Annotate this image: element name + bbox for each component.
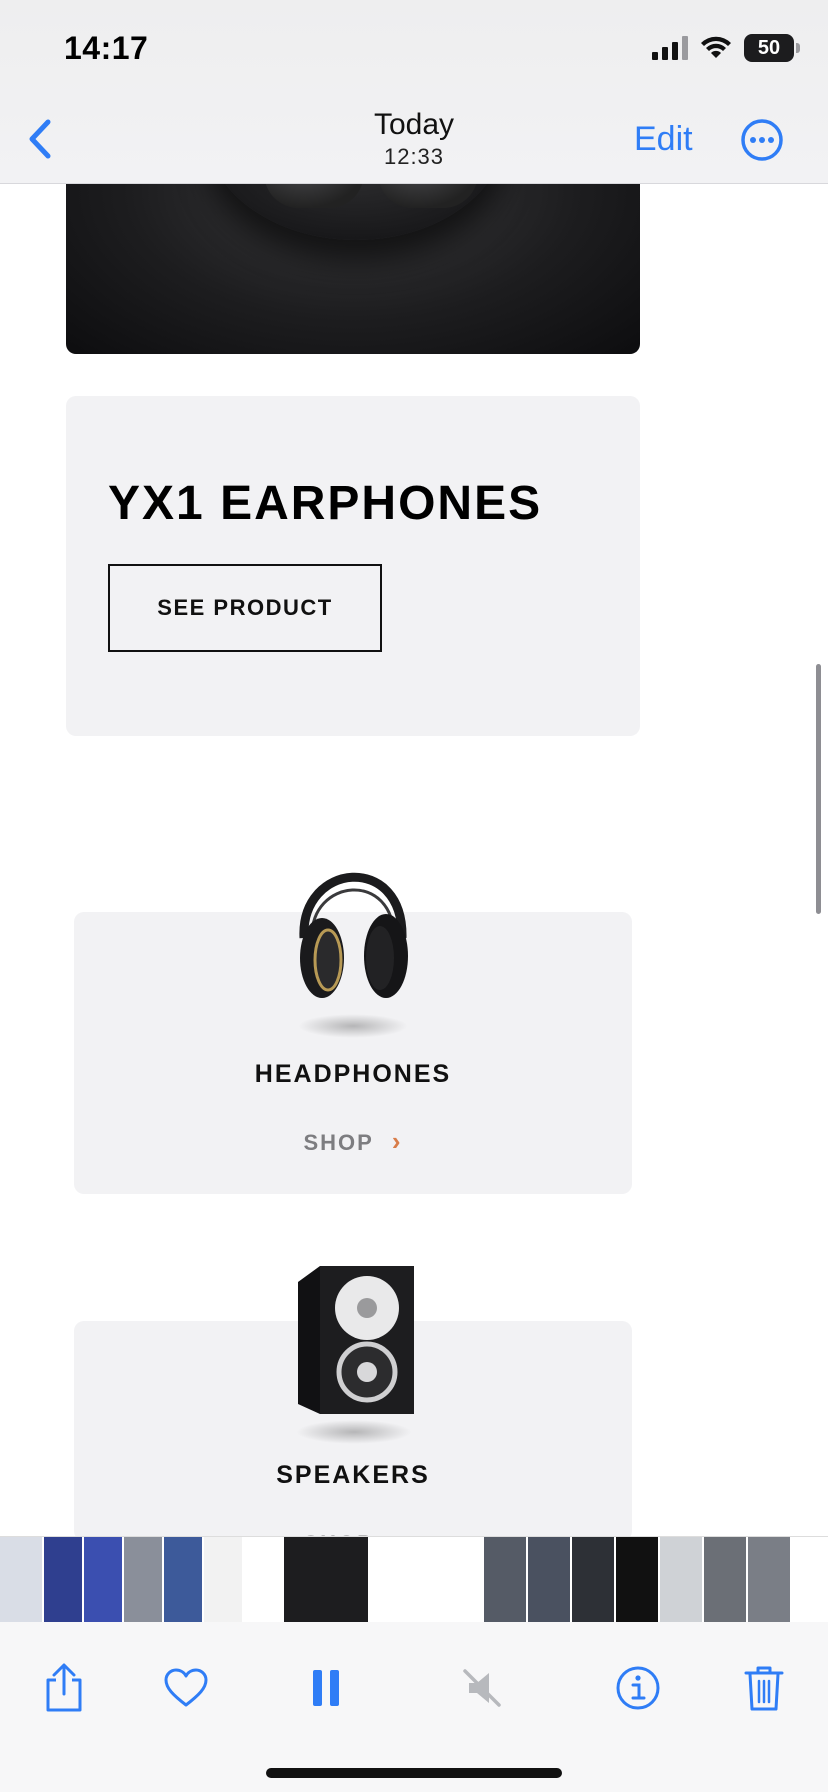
status-time: 14:17 (64, 30, 149, 66)
home-indicator (266, 1768, 562, 1778)
top-navigation-bar: 14:17 50 Today 12:33 Edit (0, 0, 828, 184)
nav-subtitle: 12:33 (383, 144, 445, 169)
edit-button[interactable]: Edit (634, 120, 693, 159)
bottom-toolbar (0, 1622, 828, 1792)
see-product-button[interactable]: SEE PRODUCT (108, 564, 382, 652)
share-button[interactable] (34, 1658, 94, 1718)
shop-link-headphones[interactable]: SHOP › (74, 1126, 632, 1157)
thumbnail-image[interactable] (616, 1537, 658, 1622)
trash-icon (744, 1666, 784, 1711)
headphones-product-image (299, 872, 408, 998)
featured-product-card: YX1 EARPHONES SEE PRODUCT (66, 396, 640, 736)
delete-button[interactable] (734, 1658, 794, 1718)
thumbnail-image[interactable] (484, 1537, 526, 1622)
info-icon (616, 1666, 660, 1710)
thumbnail-image[interactable] (0, 1537, 42, 1622)
thumbnail-image[interactable] (284, 1537, 368, 1622)
chevron-right-icon: › (391, 1126, 403, 1156)
thumbnail-image[interactable] (748, 1537, 790, 1622)
thumbnail-image[interactable] (528, 1537, 570, 1622)
status-icons: 50 (652, 34, 800, 62)
pause-icon (313, 1670, 339, 1706)
category-title: HEADPHONES (254, 1060, 452, 1088)
share-icon (46, 1663, 82, 1712)
pause-button[interactable] (296, 1658, 356, 1718)
thumbnail-image[interactable] (44, 1537, 82, 1622)
speaker-product-image (298, 1266, 414, 1414)
product-title: YX1 EARPHONES (108, 477, 543, 530)
thumbnail-image[interactable] (244, 1537, 282, 1622)
nav-title: Today (373, 108, 455, 141)
mute-button[interactable] (452, 1658, 512, 1718)
thumbnail-image[interactable] (370, 1537, 374, 1622)
favorite-button[interactable] (156, 1658, 216, 1718)
photo-thumbnail-strip[interactable] (0, 1536, 828, 1622)
shop-label: SHOP (303, 1130, 374, 1155)
thumbnail-image[interactable] (572, 1537, 614, 1622)
thumbnail-image[interactable] (376, 1537, 482, 1622)
battery-indicator: 50 (744, 34, 800, 62)
category-title: SPEAKERS (276, 1461, 430, 1489)
thumbnail-image[interactable] (84, 1537, 122, 1622)
thumbnail-image[interactable] (204, 1537, 242, 1622)
ellipsis-circle-icon (741, 119, 783, 161)
heart-icon (164, 1668, 208, 1707)
wifi-icon (701, 36, 731, 58)
thumbnail-image[interactable] (124, 1537, 162, 1622)
speaker-muted-icon (463, 1669, 501, 1707)
thumbnail-image[interactable] (164, 1537, 202, 1622)
thumbnail-image[interactable] (660, 1537, 702, 1622)
info-button[interactable] (608, 1658, 668, 1718)
thumbnail-image[interactable] (704, 1537, 746, 1622)
more-options-button[interactable] (740, 118, 784, 162)
scroll-indicator[interactable] (816, 664, 821, 914)
cellular-signal-icon (652, 36, 688, 60)
